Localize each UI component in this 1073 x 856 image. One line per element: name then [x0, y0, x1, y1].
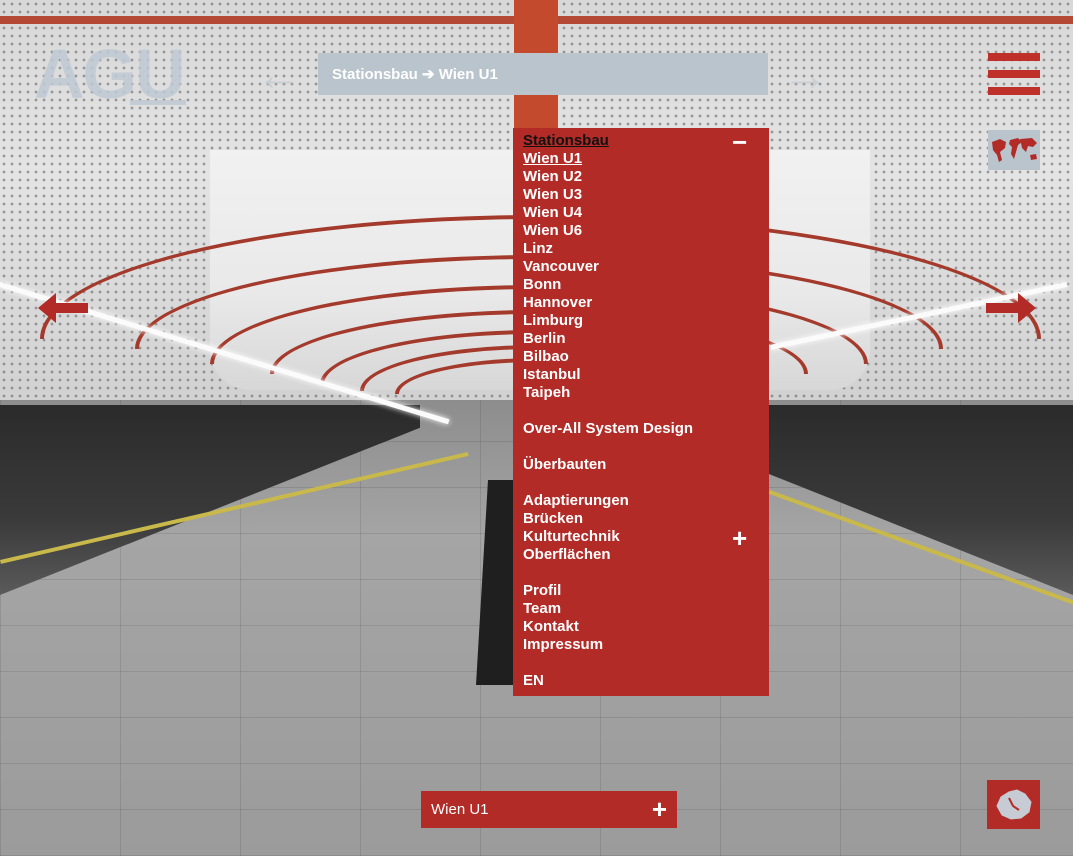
- menu-item-berlin[interactable]: Berlin: [523, 330, 693, 348]
- menu-item-en[interactable]: EN: [523, 672, 693, 690]
- breadcrumb: Stationsbau ➔ Wien U1: [318, 53, 768, 95]
- menu-item-taipeh[interactable]: Taipeh: [523, 384, 693, 402]
- menu-item-wien-u2[interactable]: Wien U2: [523, 168, 693, 186]
- menu-item-hannover[interactable]: Hannover: [523, 294, 693, 312]
- menu-item-impressum[interactable]: Impressum: [523, 636, 693, 654]
- next-image-arrow-icon[interactable]: [986, 290, 1038, 331]
- menu-spacer: [523, 438, 693, 456]
- menu-item-istanbul[interactable]: Istanbul: [523, 366, 693, 384]
- menu-spacer: [523, 474, 693, 492]
- navigation-menu: Stationsbau Wien U1 Wien U2 Wien U3 Wien U4 W…: [513, 128, 769, 696]
- expand-plus-icon[interactable]: +: [652, 796, 667, 822]
- expand-plus-icon[interactable]: +: [732, 525, 747, 551]
- menu-item-over-all-system-design[interactable]: Over-All System Design: [523, 420, 693, 438]
- menu-item-linz[interactable]: Linz: [523, 240, 693, 258]
- menu-item-uberbauten[interactable]: Überbauten: [523, 456, 693, 474]
- menu-item-wien-u3[interactable]: Wien U3: [523, 186, 693, 204]
- menu-spacer: [523, 402, 693, 420]
- breadcrumb-prev-arrow-icon[interactable]: ←: [256, 51, 302, 97]
- menu-item-stationsbau[interactable]: Stationsbau: [523, 132, 693, 150]
- breadcrumb-next-arrow-icon[interactable]: →: [782, 51, 828, 97]
- menu-item-kulturtechnik[interactable]: Kulturtechnik: [523, 528, 693, 546]
- menu-item-adaptierungen[interactable]: Adaptierungen: [523, 492, 693, 510]
- navigation-menu-list: Stationsbau Wien U1 Wien U2 Wien U3 Wien U4 W…: [523, 132, 693, 690]
- world-map-icon[interactable]: [988, 130, 1040, 170]
- menu-spacer: [523, 654, 693, 672]
- menu-item-profil[interactable]: Profil: [523, 582, 693, 600]
- logo-underline: [130, 100, 186, 105]
- menu-item-wien-u4[interactable]: Wien U4: [523, 204, 693, 222]
- menu-item-vancouver[interactable]: Vancouver: [523, 258, 693, 276]
- menu-item-wien-u1[interactable]: Wien U1: [523, 150, 693, 168]
- menu-item-brucken[interactable]: Brücken: [523, 510, 693, 528]
- menu-item-team[interactable]: Team: [523, 600, 693, 618]
- menu-spacer: [523, 564, 693, 582]
- vienna-map-icon[interactable]: [987, 780, 1040, 829]
- menu-item-wien-u6[interactable]: Wien U6: [523, 222, 693, 240]
- menu-item-limburg[interactable]: Limburg: [523, 312, 693, 330]
- menu-item-oberflachen[interactable]: Oberflächen: [523, 546, 693, 564]
- project-selector-label: Wien U1: [431, 801, 489, 818]
- prev-image-arrow-icon[interactable]: [36, 290, 88, 331]
- collapse-minus-icon[interactable]: −: [732, 129, 747, 155]
- menu-item-bonn[interactable]: Bonn: [523, 276, 693, 294]
- menu-item-bilbao[interactable]: Bilbao: [523, 348, 693, 366]
- project-selector-bar[interactable]: Wien U1 +: [421, 791, 677, 828]
- menu-item-kontakt[interactable]: Kontakt: [523, 618, 693, 636]
- hamburger-icon[interactable]: [988, 53, 1040, 95]
